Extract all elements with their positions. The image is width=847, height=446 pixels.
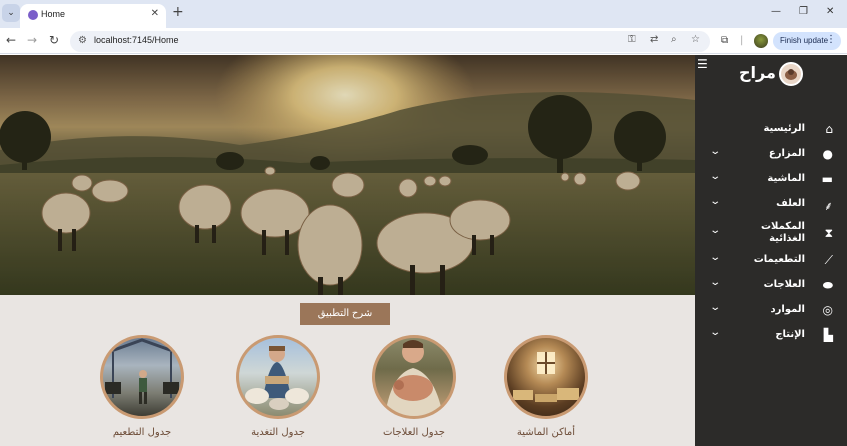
tab-search-icon[interactable]: ⌄ bbox=[2, 4, 20, 22]
hamburger-menu-icon[interactable]: ☰ bbox=[697, 57, 708, 71]
pills-icon: ⬬ bbox=[822, 278, 833, 292]
sidebar-item-home[interactable]: الرئيسية ⌂ bbox=[695, 119, 847, 141]
new-tab-icon[interactable]: + bbox=[172, 4, 184, 20]
hero-sheep-image bbox=[0, 55, 695, 295]
barn-image[interactable] bbox=[504, 335, 588, 419]
sidebar-item-label: المزارع bbox=[768, 148, 805, 159]
cattle-barn-image[interactable] bbox=[100, 335, 184, 419]
close-window-icon[interactable]: ✕ bbox=[826, 6, 834, 17]
extensions-icon[interactable]: ⧉ bbox=[721, 35, 728, 46]
bookmark-star-icon[interactable]: ☆ bbox=[691, 34, 700, 45]
sheep-logo-icon bbox=[779, 62, 803, 86]
finish-update-label: Finish update bbox=[780, 36, 829, 45]
explain-app-button[interactable]: شرح التطبيق bbox=[300, 303, 390, 325]
chevron-down-icon[interactable]: ⌄ bbox=[709, 252, 721, 263]
brand-name: مراح bbox=[739, 63, 776, 82]
address-bar-row: ← → ↻ ⚙ localhost:7145/Home ⚿ ⇄ ⌕ ☆ ⧉ | … bbox=[0, 28, 847, 54]
sidebar-item-label: العلاجات bbox=[763, 279, 805, 290]
divider: | bbox=[740, 35, 744, 46]
reload-icon[interactable]: ↻ bbox=[49, 33, 59, 47]
sidebar-item-vaccinations[interactable]: ⌄ التطعيمات ⟋ bbox=[695, 250, 847, 272]
back-icon[interactable]: ← bbox=[6, 33, 16, 47]
sidebar-item-label: الماشية bbox=[767, 173, 805, 184]
sidebar-item-livestock[interactable]: ⌄ الماشية ▬ bbox=[695, 169, 847, 191]
card-label[interactable]: جدول التطعيم bbox=[92, 427, 192, 438]
card-label[interactable]: أماكن الماشية bbox=[496, 427, 596, 438]
finish-update-button[interactable]: Finish update ⋮ bbox=[773, 32, 841, 50]
password-key-icon[interactable]: ⚿ bbox=[628, 34, 636, 45]
coins-icon: ◎ bbox=[822, 303, 833, 317]
sidebar-item-resources[interactable]: ⌄ الموارد ◎ bbox=[695, 300, 847, 322]
sidebar-item-label: التطعيمات bbox=[753, 254, 805, 265]
more-menu-icon[interactable]: ⋮ bbox=[826, 34, 836, 45]
content-section: شرح التطبيق أماكن الماشية جدول العلاجات … bbox=[0, 295, 695, 446]
sidebar-item-supplements[interactable]: ⌄ المكملات الغذائية ⧗ bbox=[695, 219, 847, 249]
profile-avatar[interactable] bbox=[754, 34, 768, 48]
zoom-icon[interactable]: ⌕ bbox=[671, 34, 677, 45]
sidebar-item-farms[interactable]: ⌄ المزارع ● bbox=[695, 144, 847, 166]
syringe-icon: ⟋ bbox=[824, 253, 833, 267]
sidebar-item-label: المكملات الغذائية bbox=[760, 221, 805, 244]
farmer-with-piglet-image[interactable] bbox=[372, 335, 456, 419]
sidebar: ☰ مراح الرئيسية ⌂ ⌄ المزارع ● ⌄ الماشية … bbox=[695, 55, 847, 446]
chevron-down-icon[interactable]: ⌄ bbox=[709, 277, 721, 288]
truck-icon: ▬ bbox=[821, 172, 833, 186]
forward-icon[interactable]: → bbox=[27, 33, 37, 47]
minimize-icon[interactable]: — bbox=[771, 6, 781, 17]
close-tab-icon[interactable]: ✕ bbox=[151, 8, 159, 19]
chevron-down-icon[interactable]: ⌄ bbox=[709, 302, 721, 313]
hourglass-icon: ⧗ bbox=[824, 226, 833, 240]
tab-favicon-icon bbox=[28, 10, 38, 20]
home-icon: ⌂ bbox=[825, 122, 833, 136]
sidebar-item-label: الموارد bbox=[770, 304, 805, 315]
chevron-down-icon[interactable]: ⌄ bbox=[709, 146, 721, 157]
location-pin-icon: ● bbox=[822, 147, 833, 161]
chevron-down-icon[interactable]: ⌄ bbox=[709, 225, 721, 236]
sidebar-item-production[interactable]: ⌄ الإنتاج ▙ bbox=[695, 325, 847, 347]
industry-icon: ▙ bbox=[823, 328, 833, 342]
sidebar-item-feed[interactable]: ⌄ العلف ⸙ bbox=[695, 194, 847, 216]
translate-icon[interactable]: ⇄ bbox=[650, 34, 658, 45]
tab-title: Home bbox=[41, 9, 66, 19]
sidebar-item-label: الإنتاج bbox=[775, 329, 805, 340]
chevron-down-icon[interactable]: ⌄ bbox=[709, 171, 721, 182]
farmer-with-goats-image[interactable] bbox=[236, 335, 320, 419]
sidebar-item-label: الرئيسية bbox=[763, 123, 805, 134]
chevron-down-icon[interactable]: ⌄ bbox=[709, 327, 721, 338]
browser-tab[interactable]: Home ✕ bbox=[20, 4, 166, 28]
brand[interactable]: مراح bbox=[739, 62, 803, 87]
url-text[interactable]: localhost:7145/Home bbox=[94, 35, 179, 45]
sidebar-item-treatments[interactable]: ⌄ العلاجات ⬬ bbox=[695, 275, 847, 297]
restore-icon[interactable]: ❐ bbox=[799, 6, 808, 17]
card-label[interactable]: جدول العلاجات bbox=[364, 427, 464, 438]
sidebar-item-label: العلف bbox=[776, 198, 805, 209]
site-info-icon[interactable]: ⚙ bbox=[78, 35, 87, 46]
wheat-icon: ⸙ bbox=[823, 199, 833, 213]
card-label[interactable]: جدول التغدية bbox=[228, 427, 328, 438]
chevron-down-icon[interactable]: ⌄ bbox=[709, 196, 721, 207]
browser-tab-bar: ⌄ Home ✕ + — ❐ ✕ bbox=[0, 0, 847, 28]
url-bar[interactable]: ⚙ localhost:7145/Home ⚿ ⇄ ⌕ ☆ bbox=[70, 31, 710, 52]
